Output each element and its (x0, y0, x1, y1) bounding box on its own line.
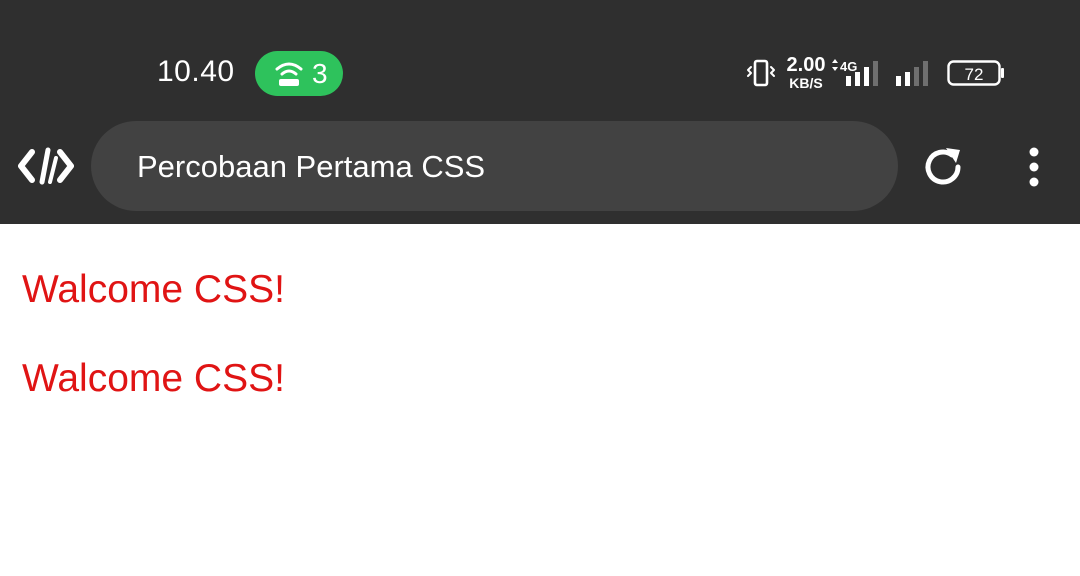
signal-icon: 4G (832, 59, 878, 86)
page-content: Walcome CSS! Walcome CSS! (0, 224, 1080, 576)
vibrate-icon (747, 59, 775, 87)
hotspot-icon (275, 62, 303, 86)
network-speed-unit: KB/S (789, 75, 823, 91)
reload-icon[interactable] (920, 144, 966, 190)
hotspot-count: 3 (312, 57, 328, 89)
url-bar[interactable]: Percobaan Pertama CSS (91, 121, 898, 211)
welcome-heading-1: Walcome CSS! (22, 268, 285, 311)
battery-icon: 72 (947, 60, 1004, 86)
network-type-label: 4G (840, 59, 857, 74)
code-logo-icon[interactable] (18, 146, 74, 186)
welcome-heading-2: Walcome CSS! (22, 357, 285, 400)
more-vert-icon[interactable] (1020, 144, 1048, 190)
top-bar: 10.40 3 2.00 KB/S 4G 72 Percobaan Pertam… (0, 0, 1080, 224)
status-time: 10.40 (157, 55, 235, 88)
page-title: Percobaan Pertama CSS (137, 149, 486, 184)
network-speed-value: 2.00 (786, 54, 826, 76)
network-speed: 2.00 KB/S (782, 55, 830, 90)
hotspot-indicator[interactable]: 3 (255, 51, 343, 96)
signal-2-icon (896, 61, 928, 86)
battery-level: 72 (965, 65, 984, 84)
